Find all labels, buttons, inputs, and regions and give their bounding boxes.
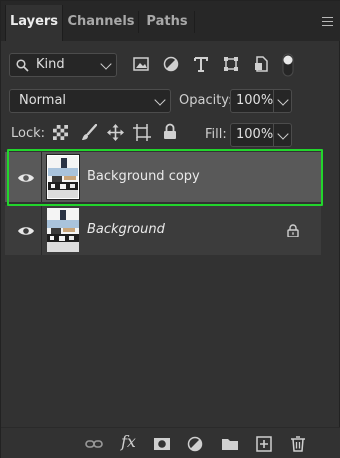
blend-mode-value: Normal: [19, 93, 67, 108]
chevron-down-icon: [154, 94, 166, 106]
layer-style-fx-icon[interactable]: fx: [121, 432, 136, 451]
visibility-eye-icon[interactable]: [17, 172, 35, 184]
pixel-layer-filter-icon[interactable]: [133, 57, 149, 71]
visibility-eye-icon[interactable]: [17, 225, 35, 237]
delete-layer-trash-icon[interactable]: [289, 436, 307, 452]
chevron-down-icon: [277, 94, 289, 106]
opacity-field[interactable]: 100%: [230, 89, 292, 113]
thumbnail-image: [47, 208, 79, 252]
new-adjustment-layer-icon[interactable]: [187, 436, 205, 452]
fill-field[interactable]: 100%: [230, 123, 292, 147]
field-divider: [273, 90, 274, 112]
type-layer-filter-icon[interactable]: [193, 56, 209, 72]
layer-name[interactable]: Background: [87, 205, 165, 255]
tab-divider: [194, 11, 195, 33]
lock-artboard-icon[interactable]: [133, 124, 151, 141]
add-layer-mask-icon[interactable]: [153, 436, 171, 452]
smart-object-filter-icon[interactable]: [253, 56, 269, 72]
opacity-value[interactable]: 100%: [236, 90, 273, 112]
new-layer-icon[interactable]: [255, 436, 273, 452]
lock-label: Lock:: [11, 126, 46, 141]
layer-thumbnail: [46, 154, 80, 200]
tab-divider: [138, 11, 139, 33]
layers-bottom-toolbar: fx: [1, 427, 340, 458]
layer-thumbnail: [47, 208, 79, 252]
panel-menu-icon[interactable]: [322, 17, 333, 26]
chevron-down-icon: [100, 58, 112, 70]
fill-value[interactable]: 100%: [236, 124, 273, 146]
tab-bar: Layers Channels Paths: [1, 1, 340, 41]
layer-row-background[interactable]: Background: [5, 205, 321, 255]
shape-layer-filter-icon[interactable]: [223, 56, 239, 72]
lock-image-pixels-brush-icon[interactable]: [81, 124, 97, 141]
layer-name[interactable]: Background copy: [87, 152, 200, 202]
new-group-folder-icon[interactable]: [221, 436, 239, 452]
lock-all-icon[interactable]: [163, 123, 177, 140]
field-divider: [273, 124, 274, 146]
blend-mode-dropdown[interactable]: Normal: [9, 89, 171, 113]
filter-kind-dropdown[interactable]: Kind: [9, 53, 117, 77]
filter-toggle-icon[interactable]: [281, 53, 295, 77]
opacity-label: Opacity:: [179, 93, 233, 108]
lock-transparent-pixels-icon[interactable]: [53, 125, 68, 140]
lock-position-move-icon[interactable]: [107, 124, 124, 141]
filter-kind-label: Kind: [36, 57, 65, 72]
link-layers-icon[interactable]: [85, 436, 103, 452]
layers-panel: Layers Channels Paths Kind Normal Opacit…: [0, 0, 340, 458]
tab-layers[interactable]: Layers: [5, 5, 63, 41]
layer-row-background-copy[interactable]: Background copy: [5, 152, 321, 202]
layer-lock-icon: [287, 224, 299, 237]
tab-paths[interactable]: Paths: [141, 5, 193, 41]
tab-channels[interactable]: Channels: [65, 5, 137, 41]
search-icon: [16, 59, 29, 72]
row-divider: [41, 205, 42, 255]
row-divider: [41, 152, 42, 202]
thumbnail-image: [48, 156, 78, 198]
adjustment-layer-filter-icon[interactable]: [163, 56, 179, 72]
fill-label: Fill:: [205, 127, 227, 142]
chevron-down-icon: [277, 128, 289, 140]
